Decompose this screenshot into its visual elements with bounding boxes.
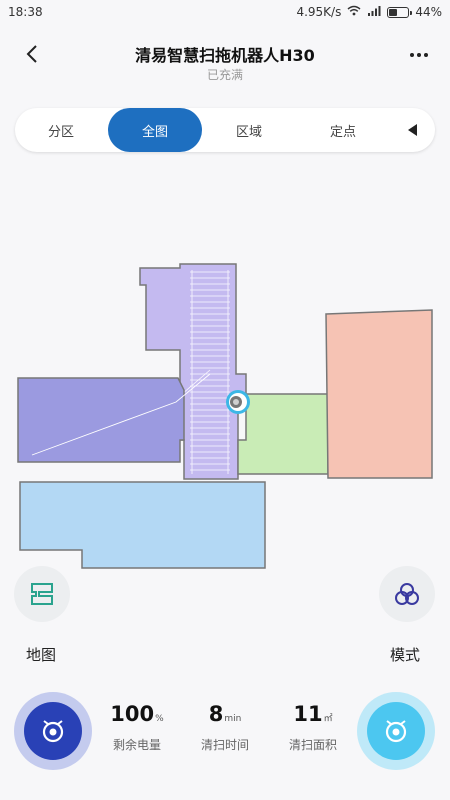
dock-button[interactable]	[14, 692, 92, 770]
tab-full-map[interactable]: 全图	[108, 108, 202, 152]
tab-area[interactable]: 区域	[203, 108, 295, 152]
robot-icon-light	[385, 720, 407, 743]
start-clean-button[interactable]	[357, 692, 435, 770]
map-button[interactable]	[14, 566, 70, 622]
status-right: 4.95K/s 44%	[296, 5, 442, 19]
page-title: 清易智慧扫拖机器人H30	[135, 46, 315, 65]
room-green[interactable]	[237, 393, 329, 475]
status-bar: 18:38 4.95K/s 44%	[0, 0, 450, 24]
tab-spot[interactable]: 定点	[297, 108, 389, 152]
network-speed: 4.95K/s	[296, 5, 342, 19]
room-blue[interactable]	[19, 481, 266, 569]
room-deep-purple[interactable]	[17, 377, 185, 463]
more-button[interactable]	[404, 42, 434, 68]
mode-label: 模式	[390, 646, 421, 664]
stat-clean-area: 11㎡ 清扫面积	[288, 702, 337, 752]
cleaning-map[interactable]	[0, 250, 450, 580]
wifi-icon	[347, 5, 361, 19]
robot-icon	[42, 720, 64, 743]
triangle-left-icon	[408, 124, 417, 136]
stat-clean-time: 8min 清扫时间	[200, 702, 249, 752]
battery-icon	[387, 6, 413, 18]
map-icon	[31, 583, 53, 605]
battery-text: 44%	[415, 5, 442, 19]
mode-icon	[395, 583, 419, 605]
device-status: 已充满	[206, 68, 243, 82]
more-dots-icon	[410, 53, 428, 57]
tab-zone[interactable]: 分区	[15, 108, 107, 152]
signal-icon	[367, 5, 381, 19]
tab-scroll-arrow[interactable]	[405, 122, 421, 138]
map-label: 地图	[26, 646, 57, 664]
stat-battery: 100% 剩余电量	[110, 702, 164, 752]
room-salmon[interactable]	[325, 309, 433, 479]
status-time: 18:38	[8, 5, 43, 19]
robot-marker[interactable]	[226, 390, 250, 414]
clean-mode-tabs: 分区 全图 区域 定点	[15, 108, 435, 152]
header: 清易智慧扫拖机器人H30 已充满	[0, 36, 450, 86]
mode-button[interactable]	[379, 566, 435, 622]
bottom-panel: 100% 剩余电量 8min 清扫时间 11㎡ 清扫面积	[0, 690, 450, 780]
